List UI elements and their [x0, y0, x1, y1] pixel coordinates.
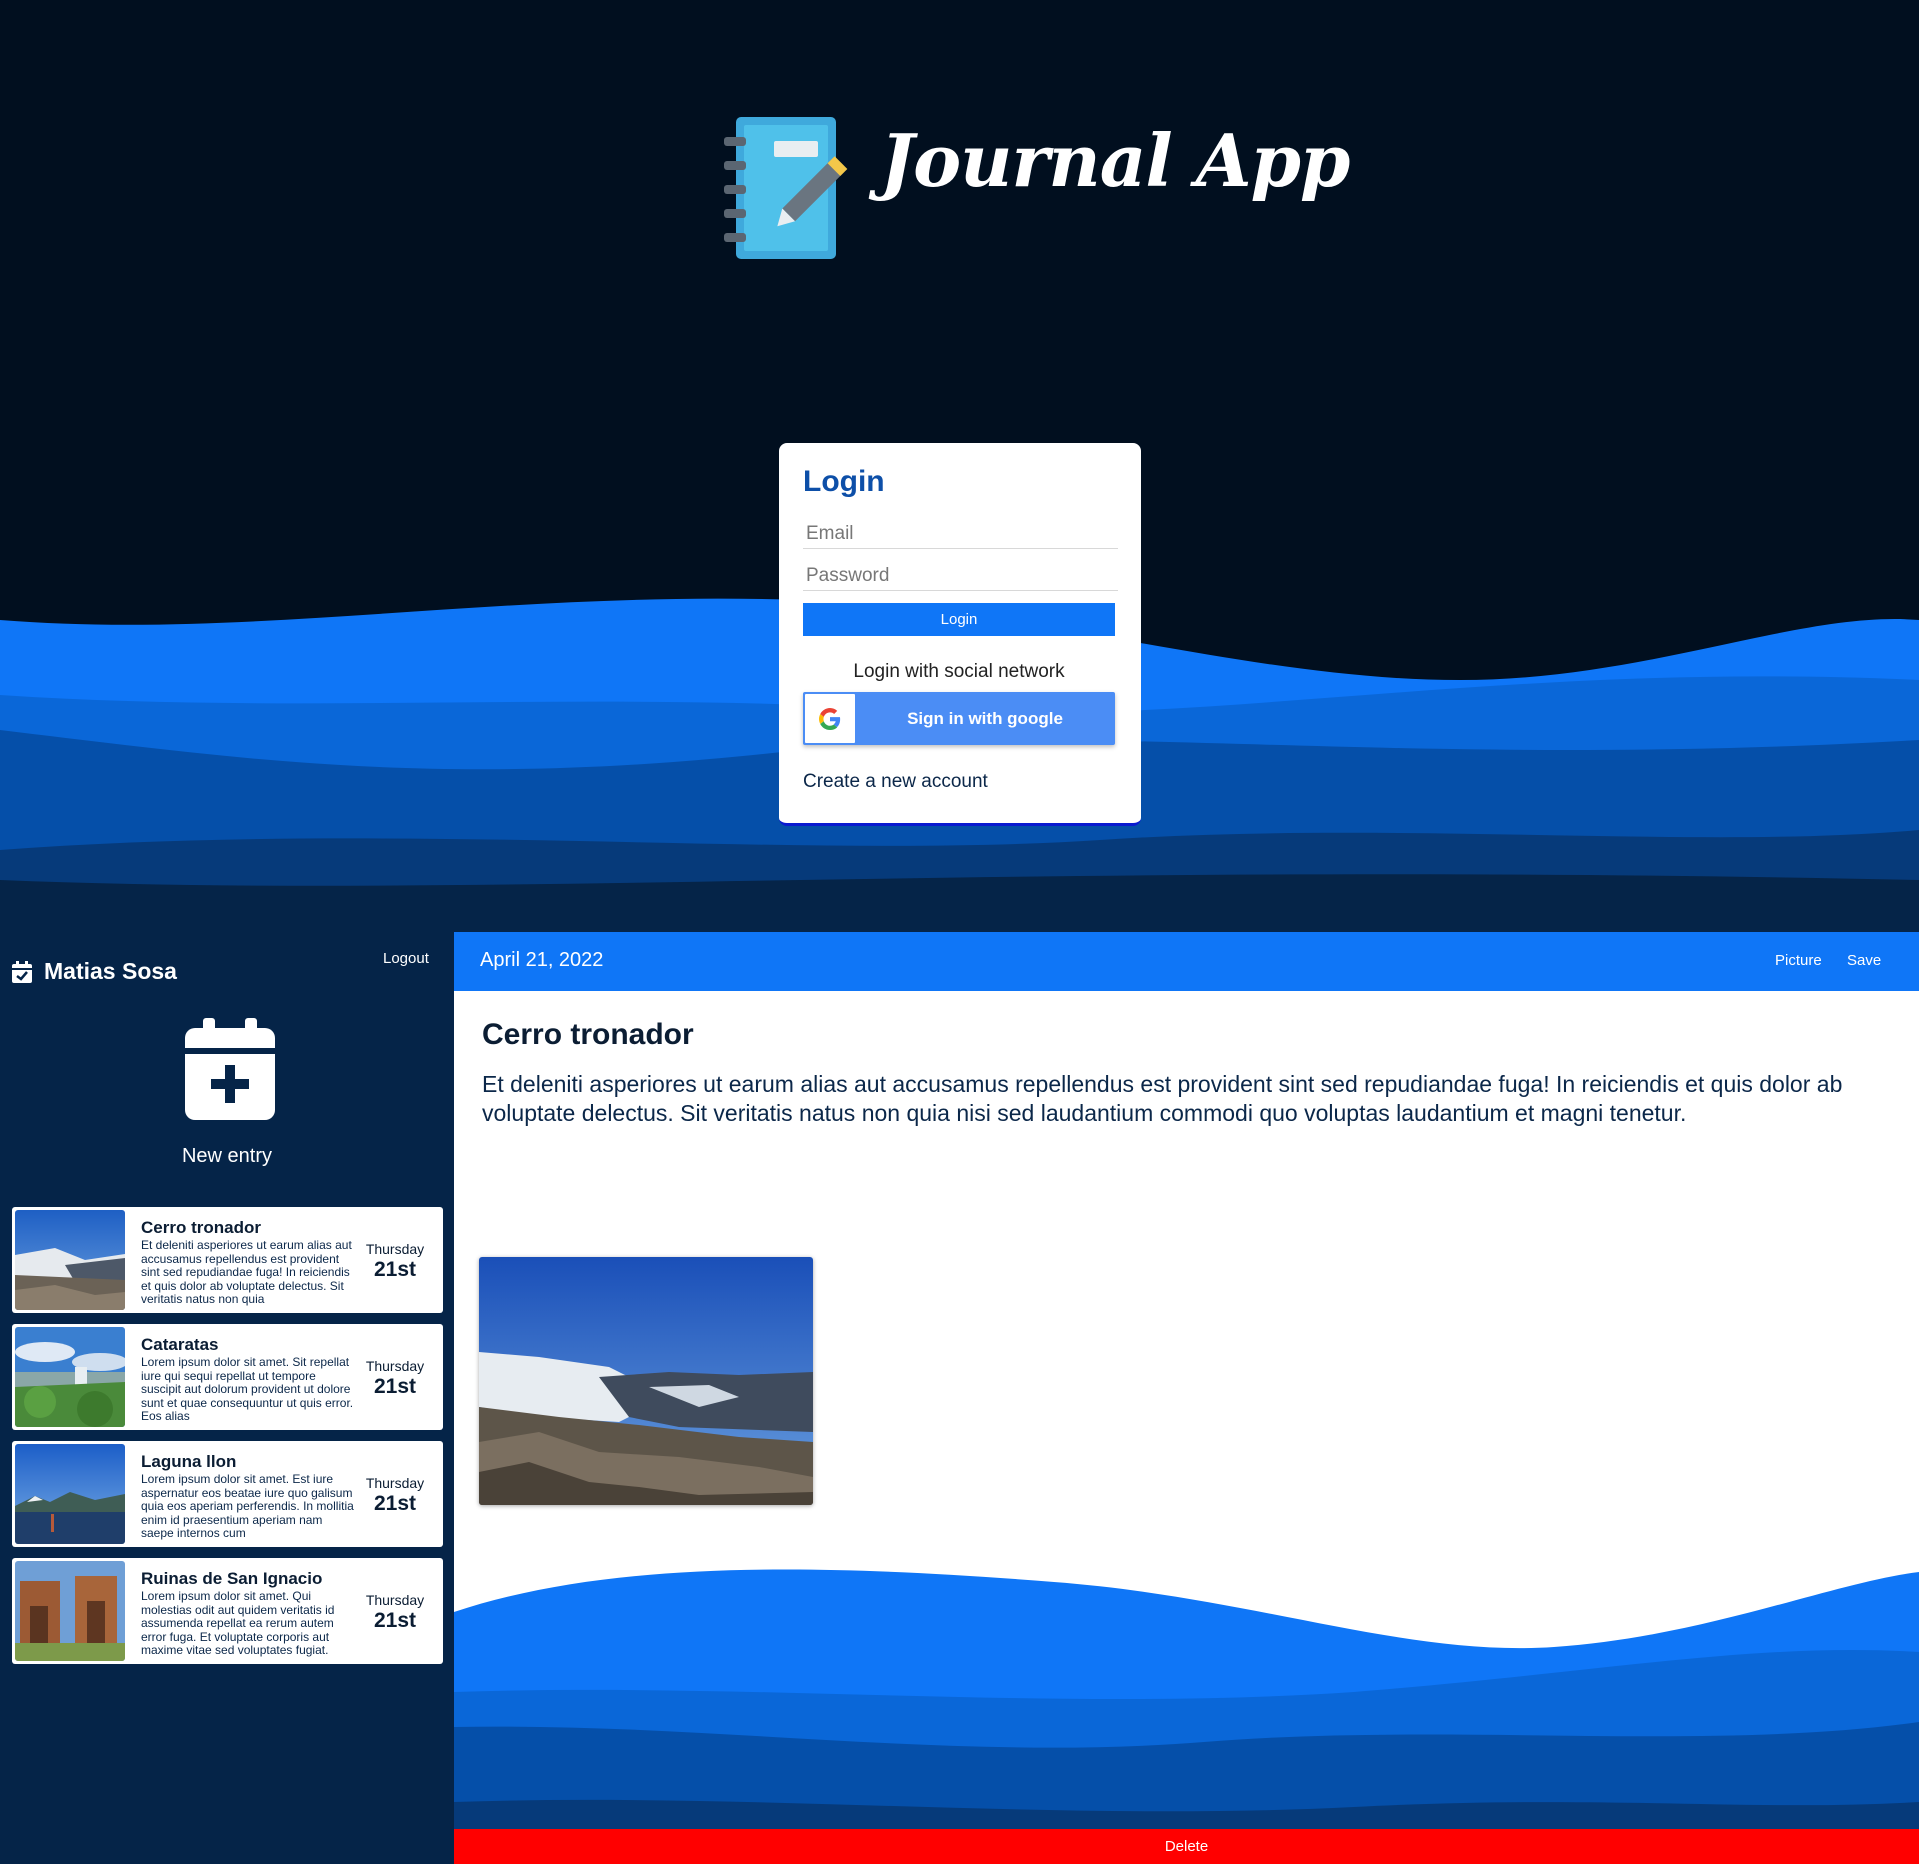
logout-button[interactable]: Logout [383, 950, 429, 967]
entry-thumbnail [15, 1210, 125, 1310]
note-body[interactable]: Et deleniti asperiores ut earum alias au… [482, 1070, 1902, 1128]
journal-logo-icon [724, 117, 848, 259]
picture-button[interactable]: Picture [1775, 952, 1822, 969]
entry-body: Ruinas de San Ignacio Lorem ipsum dolor … [125, 1558, 355, 1664]
new-entry-button[interactable]: New entry [177, 1018, 277, 1168]
entry-thumbnail [15, 1561, 125, 1661]
calendar-plus-icon [184, 1018, 275, 1120]
entry-text: Et deleniti asperiores ut earum alias au… [141, 1239, 352, 1306]
journal-app-logo: Journal App [722, 108, 1350, 268]
google-icon-box [805, 694, 855, 743]
create-account-link[interactable]: Create a new account [803, 771, 1119, 793]
user-name: Matias Sosa [44, 958, 177, 984]
entry-day: Thursday [365, 1241, 425, 1257]
entry-title: Ruinas de San Ignacio [141, 1569, 323, 1588]
google-signin-button[interactable]: Sign in with google [803, 692, 1115, 745]
note-toolbar: April 21, 2022 Picture Save [454, 932, 1919, 991]
entry-day-number: 21st [373, 1258, 417, 1281]
sidebar: Matias Sosa Logout New entry Cerro trona… [0, 932, 454, 1864]
sidebar-header: Matias Sosa [12, 958, 177, 985]
entry-date: Thursday 21st [355, 1558, 435, 1664]
login-title: Login [803, 465, 885, 498]
journal-entry[interactable]: Laguna llon Lorem ipsum dolor sit amet. … [12, 1441, 443, 1547]
login-card: Login Login Login with social network Si… [779, 443, 1141, 826]
note-title[interactable]: Cerro tronador [482, 1018, 1782, 1052]
entry-day: Thursday [365, 1475, 425, 1491]
note-view: April 21, 2022 Picture Save Cerro tronad… [454, 932, 1919, 1864]
entry-thumbnail [15, 1327, 125, 1427]
note-image [479, 1257, 813, 1505]
entry-title: Cerro tronador [141, 1218, 261, 1237]
journal-entry[interactable]: Ruinas de San Ignacio Lorem ipsum dolor … [12, 1558, 443, 1664]
email-input[interactable] [803, 519, 1118, 549]
login-screen: Journal App Login Login Login with socia… [0, 0, 1919, 932]
entry-thumbnail [15, 1444, 125, 1544]
entry-day-number: 21st [373, 1609, 417, 1632]
google-icon [819, 707, 841, 730]
social-login-label: Login with social network [853, 661, 1065, 682]
journal-entry[interactable]: Cerro tronador Et deleniti asperiores ut… [12, 1207, 443, 1313]
entry-date: Thursday 21st [355, 1207, 435, 1313]
password-input[interactable] [803, 561, 1118, 591]
entry-date: Thursday 21st [355, 1441, 435, 1547]
entry-day: Thursday [365, 1358, 425, 1374]
note-waves-background [454, 1569, 1919, 1864]
entry-text: Lorem ipsum dolor sit amet. Qui molestia… [141, 1590, 335, 1657]
entry-text: Lorem ipsum dolor sit amet. Sit repellat… [141, 1356, 354, 1423]
entry-text: Lorem ipsum dolor sit amet. Est iure asp… [141, 1473, 354, 1540]
entry-body: Cerro tronador Et deleniti asperiores ut… [125, 1207, 355, 1313]
login-button[interactable]: Login [803, 603, 1115, 636]
calendar-check-icon [12, 960, 32, 983]
new-entry-label: New entry [181, 1145, 273, 1167]
logo-text: Journal App [880, 118, 1350, 203]
entry-date: Thursday 21st [355, 1324, 435, 1430]
entry-body: Cataratas Lorem ipsum dolor sit amet. Si… [125, 1324, 355, 1430]
entry-title: Cataratas [141, 1335, 219, 1354]
google-signin-label: Sign in with google [907, 708, 1063, 728]
entry-day-number: 21st [373, 1492, 417, 1515]
entry-day-number: 21st [373, 1375, 417, 1398]
delete-button[interactable]: Delete [454, 1829, 1919, 1864]
entry-body: Laguna llon Lorem ipsum dolor sit amet. … [125, 1441, 355, 1547]
entry-day: Thursday [365, 1592, 425, 1608]
note-date: April 21, 2022 [480, 949, 604, 971]
save-button[interactable]: Save [1847, 952, 1881, 969]
entry-title: Laguna llon [141, 1452, 237, 1471]
journal-screen: Matias Sosa Logout New entry Cerro trona… [0, 932, 1919, 1864]
journal-entry[interactable]: Cataratas Lorem ipsum dolor sit amet. Si… [12, 1324, 443, 1430]
